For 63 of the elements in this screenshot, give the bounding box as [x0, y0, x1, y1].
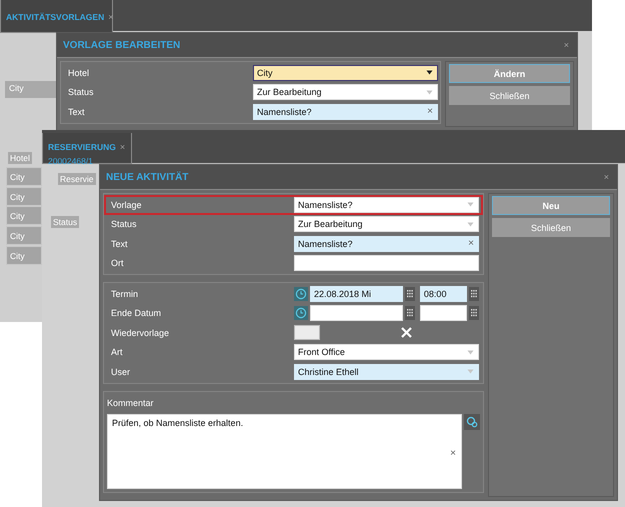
dropdown[interactable]: Zur Bearbeitung — [253, 84, 438, 100]
caret-icon — [467, 350, 474, 355]
field-label: Hotel — [67, 68, 90, 78]
field-label: User — [110, 366, 132, 377]
field-label: Text — [110, 238, 129, 249]
dialog-button[interactable]: Schließen — [492, 218, 610, 237]
field-label: Text — [67, 106, 86, 117]
clear-button[interactable]: × — [468, 238, 474, 249]
field-label: Ende Datum — [110, 308, 162, 318]
close-button[interactable]: × — [564, 40, 569, 50]
dialog-title: VORLAGE BEARBEITEN — [63, 40, 180, 50]
clock-icon[interactable] — [294, 306, 308, 320]
dropdown[interactable]: City — [253, 64, 438, 81]
table-cell: City — [6, 186, 42, 206]
comment-search-icon[interactable] — [464, 414, 480, 430]
calendar-icon[interactable] — [468, 306, 479, 320]
dropdown[interactable]: Zur Bearbeitung — [294, 216, 479, 232]
window-tab[interactable]: RESERVIERUNG × 20002468/1 — [42, 133, 132, 164]
comment-label: Kommentar — [107, 398, 155, 408]
dropdown[interactable]: Front Office — [294, 344, 479, 360]
dropdown[interactable]: Christine Ethell — [294, 364, 479, 380]
caret-icon — [426, 90, 433, 95]
column-header: Status — [51, 216, 80, 228]
field-label: Art — [110, 347, 124, 358]
text-field[interactable]: Namensliste? × — [294, 236, 479, 252]
dialog-button[interactable]: Neu — [492, 196, 610, 215]
date-field[interactable] — [310, 305, 403, 322]
caret-icon — [467, 222, 474, 227]
field-label: Wiedervorlage — [110, 328, 170, 338]
table-cell: City — [6, 206, 42, 226]
dialog-button[interactable]: Schließen — [449, 86, 570, 105]
close-button[interactable]: × — [604, 172, 609, 182]
reservation-number: 20002468/1 — [48, 156, 94, 166]
dialog-button[interactable]: Ändern — [449, 64, 570, 83]
close-button[interactable]: × — [120, 142, 126, 152]
table-cell: City — [6, 226, 42, 246]
field-label: Status — [67, 87, 95, 98]
caret-icon — [467, 202, 474, 208]
toggle-switch[interactable] — [294, 325, 320, 340]
clear-icon[interactable] — [401, 327, 412, 338]
calendar-icon[interactable] — [468, 286, 479, 301]
date-field[interactable]: 22.08.2018 Mi — [310, 286, 403, 302]
field-label: Ort — [110, 258, 124, 268]
table-cell: City — [6, 167, 42, 186]
field-label: Termin — [110, 288, 140, 299]
dialog-title: NEUE AKTIVITÄT — [106, 172, 188, 182]
clear-button[interactable]: × — [427, 106, 433, 117]
clock-icon[interactable] — [294, 286, 308, 301]
clear-button[interactable]: × — [450, 448, 456, 458]
field-label: Vorlage — [110, 200, 143, 210]
calendar-icon[interactable] — [404, 286, 415, 301]
column-header: Hotel — [8, 152, 32, 164]
text-field[interactable]: Namensliste? × — [253, 104, 438, 120]
calendar-icon[interactable] — [404, 306, 415, 320]
time-field[interactable] — [420, 305, 467, 322]
comment-field[interactable]: Prüfen, ob Namensliste erhalten. × — [107, 414, 462, 488]
caret-icon — [467, 369, 474, 374]
time-field[interactable]: 08:00 — [420, 286, 467, 302]
field-label: Status — [110, 219, 138, 230]
text-field[interactable] — [294, 255, 479, 272]
caret-icon — [426, 70, 433, 76]
dropdown[interactable]: Namensliste? — [294, 196, 479, 213]
table-cell: City — [6, 246, 42, 265]
